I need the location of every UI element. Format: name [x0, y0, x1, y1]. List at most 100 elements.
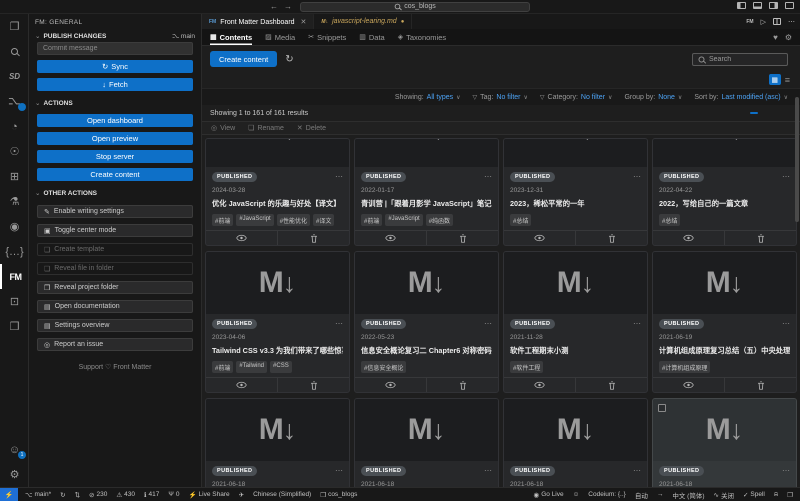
sidebar-action-button[interactable]: Stop server — [37, 150, 193, 163]
filter-dropdown[interactable]: Group by: None ∨ — [624, 94, 682, 101]
delete-article-button[interactable] — [426, 231, 498, 245]
refresh-icon[interactable]: ↻ — [285, 54, 293, 65]
deploy-item[interactable]: ✈ — [239, 491, 244, 499]
source-control-icon[interactable]: ⌥ — [0, 89, 29, 114]
card-menu-icon[interactable]: ⋯ — [335, 322, 343, 326]
settings-gear-icon[interactable]: ⚙ — [0, 462, 29, 487]
nav-forward-icon[interactable]: → — [284, 2, 292, 11]
grid-view-button[interactable]: ▦ — [769, 74, 781, 85]
tag-pill[interactable]: #译文 — [313, 214, 334, 226]
sync-button[interactable]: ↻ Sync — [37, 60, 193, 73]
sync-item[interactable]: ↻ — [60, 491, 65, 499]
emoji-item[interactable]: ☺ — [573, 491, 580, 498]
card-menu-icon[interactable]: ⋯ — [633, 469, 641, 473]
tag-pill[interactable]: #前端 — [212, 361, 233, 373]
search-icon[interactable] — [0, 39, 29, 64]
support-frontmatter-link[interactable]: Support ♡ Front Matter — [29, 363, 201, 371]
dashboard-nav-tab[interactable]: ◈ Taxonomies — [398, 29, 446, 45]
pagination-item[interactable] — [750, 112, 758, 114]
card-menu-icon[interactable]: ⋯ — [335, 469, 343, 473]
project-item[interactable]: ❒cos_blogs — [320, 491, 357, 499]
tag-pill[interactable]: #JavaScript — [385, 214, 422, 226]
tag-pill[interactable]: #前端 — [212, 214, 233, 226]
dashboard-nav-tab[interactable]: ▨ Media — [265, 29, 295, 45]
article-card[interactable]: M↓ PUBLISHED ⋯ 2021-06-18 — [354, 398, 499, 487]
view-article-button[interactable] — [504, 378, 575, 392]
article-card[interactable]: M↓ PUBLISHED ⋯ 2021-06-18 — [205, 398, 350, 487]
sidebar-other-action-button[interactable]: ❏ Reveal file in folder — [37, 262, 193, 275]
warnings-item[interactable]: ⚠430 — [116, 491, 135, 499]
scrollbar[interactable] — [795, 97, 799, 222]
view-article-button[interactable] — [653, 378, 724, 392]
card-menu-icon[interactable]: ⋯ — [633, 322, 641, 326]
tag-pill[interactable]: #JavaScript — [236, 214, 273, 226]
toggle-secondary-sidebar-icon[interactable] — [769, 2, 778, 9]
article-card[interactable]: M↓ PUBLISHED ⋯ 2023-04-06 Tailwind CSS v… — [205, 251, 350, 393]
account-icon[interactable]: ☺ 1 — [0, 437, 29, 462]
toggle-panel-icon[interactable] — [753, 2, 762, 9]
view-article-button[interactable] — [355, 378, 426, 392]
remote-indicator[interactable]: ⚡ — [0, 488, 18, 501]
article-card[interactable]: M↓ PUBLISHED ⋯ 2022-04-22 2022，写给自己的一篇文章… — [652, 138, 797, 246]
language-mode-item[interactable]: Chinese (Simplified) — [253, 491, 311, 498]
list-view-button[interactable]: ≡ — [785, 75, 790, 85]
delete-article-button[interactable] — [724, 378, 796, 392]
tag-pill[interactable]: #总结 — [659, 214, 680, 226]
go-live-item[interactable]: ◉Go Live — [534, 491, 564, 499]
card-checkbox[interactable] — [658, 404, 666, 412]
delete-article-button[interactable] — [277, 231, 349, 245]
article-card[interactable]: M↓ PUBLISHED ⋯ 2021-11-28 软件工程期末小测 #软件工程 — [503, 251, 648, 393]
article-card[interactable]: M↓ PUBLISHED ⋯ 2021-06-18 — [652, 398, 797, 487]
translate-target-item[interactable]: 中文 (简体) — [672, 490, 704, 500]
table-extension-icon[interactable]: ⊞ — [0, 164, 29, 189]
delete-article-button[interactable] — [575, 378, 647, 392]
selection-toolbar-action[interactable]: ❏ Rename — [248, 124, 284, 132]
card-menu-icon[interactable]: ⋯ — [484, 175, 492, 179]
card-menu-icon[interactable]: ⋯ — [782, 469, 790, 473]
infos-item[interactable]: ℹ417 — [144, 491, 159, 499]
history-icon[interactable]: ◔ — [0, 114, 29, 139]
frontmatter-icon[interactable]: FM — [0, 264, 29, 289]
sidebar-other-action-button[interactable]: ▤ Settings overview — [37, 319, 193, 332]
card-menu-icon[interactable]: ⋯ — [782, 175, 790, 179]
selection-toolbar-action[interactable]: ◎ View — [211, 124, 235, 132]
article-card[interactable]: M↓ PUBLISHED ⋯ 2021-06-18 — [503, 398, 648, 487]
layout-extension-icon[interactable]: ⊡ — [0, 289, 29, 314]
errors-item[interactable]: ⊘230 — [89, 491, 107, 499]
tag-pill[interactable]: #信息安全概论 — [361, 361, 406, 373]
ports-item[interactable]: Ψ0 — [168, 491, 179, 498]
filter-dropdown[interactable]: ▽ Category: No filter ∨ — [540, 94, 613, 101]
git-branch-item[interactable]: ⌥main* — [25, 491, 51, 499]
tag-pill[interactable]: #Tailwind — [236, 361, 267, 373]
selection-toolbar-action[interactable]: ✕ Delete — [297, 124, 326, 132]
create-content-button[interactable]: Create content — [210, 51, 277, 67]
testing-icon[interactable]: ⚗ — [0, 189, 29, 214]
run-icon[interactable]: ▷ — [761, 18, 766, 26]
view-article-button[interactable] — [206, 378, 277, 392]
more-actions-icon[interactable]: ⋯ — [788, 18, 795, 26]
delete-article-button[interactable] — [426, 378, 498, 392]
sidebar-action-button[interactable]: Create content — [37, 168, 193, 181]
folder-extension-icon[interactable]: ❒ — [0, 314, 29, 339]
tag-pill[interactable]: #CSS — [270, 361, 292, 373]
close-icon[interactable]: ✕ — [301, 18, 307, 26]
view-article-button[interactable] — [206, 231, 277, 245]
card-menu-icon[interactable]: ⋯ — [484, 322, 492, 326]
spell-item[interactable]: ✓Spell — [743, 491, 765, 499]
card-menu-icon[interactable]: ⋯ — [633, 175, 641, 179]
toggle-off-item[interactable]: ∿关闭 — [713, 490, 733, 500]
notifications-bell-item[interactable]: ⍾ — [774, 491, 778, 499]
sidebar-other-action-button[interactable]: ❒ Reveal project folder — [37, 281, 193, 294]
heart-icon[interactable]: ♥ — [773, 33, 778, 42]
tag-pill[interactable]: #性能优化 — [277, 214, 310, 226]
card-menu-icon[interactable]: ⋯ — [484, 469, 492, 473]
filter-dropdown[interactable]: Showing: All types ∨ — [395, 94, 461, 101]
translate-arrow-item[interactable]: → — [657, 491, 664, 498]
cloud-item[interactable]: ⇅ — [75, 491, 80, 499]
braces-extension-icon[interactable]: {…} — [0, 239, 29, 264]
tab-front-matter-dashboard[interactable]: FM Front Matter Dashboard ✕ — [202, 14, 314, 29]
filter-dropdown[interactable]: Sort by: Last modified (asc) ∨ — [694, 94, 788, 101]
nav-back-icon[interactable]: ← — [270, 2, 278, 11]
view-article-button[interactable] — [653, 231, 724, 245]
sidebar-other-action-button[interactable]: ❏ Create template — [37, 243, 193, 256]
